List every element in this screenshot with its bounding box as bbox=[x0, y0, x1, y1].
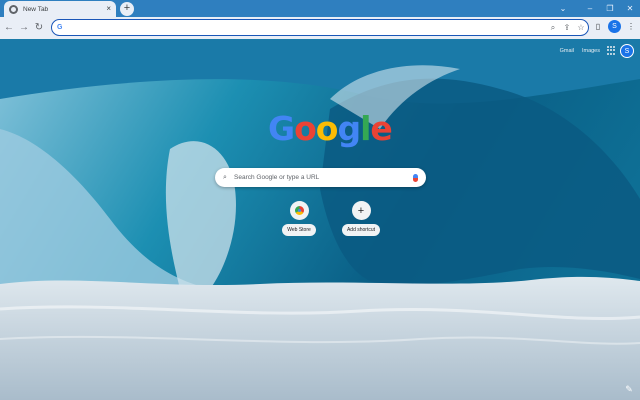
ntp-profile-avatar[interactable]: S bbox=[620, 44, 634, 58]
google-apps-icon[interactable] bbox=[607, 46, 616, 55]
bookmark-star-icon[interactable]: ☆ bbox=[574, 23, 588, 32]
logo-letter: l bbox=[360, 109, 371, 148]
menu-kebab-icon[interactable]: ⋮ bbox=[626, 22, 636, 31]
minimize-button[interactable]: – bbox=[580, 0, 600, 17]
search-placeholder: Search Google or type a URL bbox=[234, 174, 320, 181]
images-link[interactable]: Images bbox=[582, 48, 600, 54]
chrome-favicon-icon bbox=[9, 4, 18, 14]
restore-button[interactable]: ❐ bbox=[600, 0, 620, 17]
microphone-icon[interactable] bbox=[413, 173, 418, 182]
search-icon: ⌕ bbox=[223, 173, 227, 181]
logo-letter: o bbox=[294, 109, 317, 148]
shortcut-tiles: Web Store + Add shortcut bbox=[277, 201, 383, 236]
tab-search-icon[interactable]: ⌄ bbox=[556, 2, 570, 15]
ntp-search-box[interactable]: ⌕ Search Google or type a URL bbox=[215, 168, 426, 187]
new-tab-page: Gmail Images S G o o g l e ⌕ Search Goog… bbox=[0, 39, 640, 400]
search-lens-icon[interactable]: ⌕ bbox=[546, 23, 560, 33]
profile-avatar[interactable]: S bbox=[608, 20, 621, 33]
tab-close-icon[interactable]: × bbox=[106, 5, 111, 13]
logo-letter: g bbox=[337, 109, 361, 148]
side-panel-icon[interactable]: ▯ bbox=[593, 22, 603, 31]
browser-toolbar: ← → ↻ G ⌕ ⇪ ☆ ▯ S ⋮ bbox=[0, 17, 640, 39]
new-tab-button[interactable]: + bbox=[120, 2, 134, 16]
tab-strip: New Tab × + ⌄ – ❐ ✕ bbox=[0, 0, 640, 17]
address-bar[interactable]: G ⌕ ⇪ ☆ bbox=[51, 19, 589, 36]
logo-letter: G bbox=[268, 109, 295, 148]
address-input[interactable] bbox=[66, 21, 546, 34]
pencil-icon[interactable]: ✎ bbox=[622, 382, 636, 396]
google-logo: G o o g l e bbox=[268, 109, 393, 149]
shortcut-label: Add shortcut bbox=[341, 224, 381, 236]
back-button[interactable]: ← bbox=[3, 21, 15, 35]
tab-title: New Tab bbox=[23, 5, 49, 13]
google-favicon-icon: G bbox=[57, 24, 63, 31]
share-icon[interactable]: ⇪ bbox=[560, 23, 574, 32]
close-window-button[interactable]: ✕ bbox=[620, 0, 640, 17]
shortcut-add[interactable]: + Add shortcut bbox=[339, 201, 383, 236]
logo-letter: e bbox=[370, 109, 392, 148]
window-controls: – ❐ ✕ bbox=[580, 0, 640, 17]
shortcut-label: Web Store bbox=[282, 224, 316, 236]
toolbar-right: ▯ S ⋮ bbox=[593, 20, 636, 33]
plus-icon: + bbox=[351, 201, 371, 220]
logo-letter: o bbox=[315, 109, 339, 148]
forward-button[interactable]: → bbox=[18, 21, 30, 35]
gmail-link[interactable]: Gmail bbox=[560, 48, 574, 54]
ntp-header-links: Gmail Images bbox=[560, 48, 600, 54]
shortcut-circle bbox=[289, 201, 309, 220]
shortcut-web-store[interactable]: Web Store bbox=[277, 201, 321, 236]
tab-new-tab[interactable]: New Tab × bbox=[4, 1, 116, 17]
reload-button[interactable]: ↻ bbox=[33, 21, 45, 35]
web-store-icon bbox=[294, 206, 304, 215]
